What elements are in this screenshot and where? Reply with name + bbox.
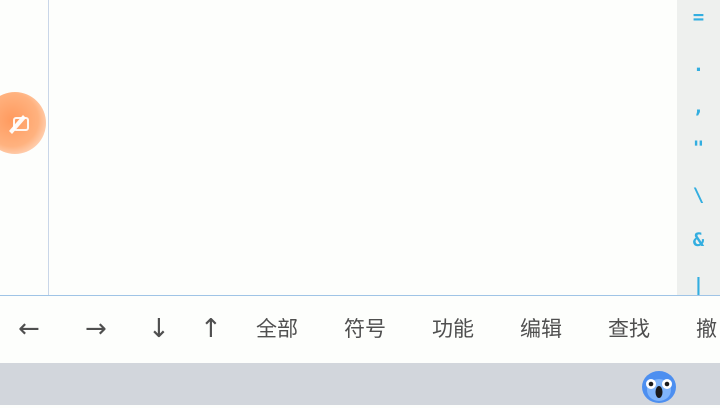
symbol-key-ampersand[interactable]: & [677,229,720,251]
editor-toolbar: ← → ↓ ↑ 全部 符号 功能 编辑 查找 撤 [0,295,720,363]
undo-button[interactable]: 撤 [696,296,717,363]
cursor-left-button[interactable]: ← [18,296,40,363]
cursor-right-button[interactable]: → [85,296,107,363]
symbol-quick-bar: = . , " \ & | [677,0,720,295]
brush-floating-button[interactable] [0,92,46,154]
bird-mascot-icon [642,371,676,403]
symbol-key-quote[interactable]: " [677,137,720,159]
line-number-gutter-divider [48,0,49,295]
assistant-button[interactable] [640,368,678,404]
code-editor-area[interactable] [49,0,677,295]
symbol-key-backslash[interactable]: \ [677,184,720,206]
symbols-button[interactable]: 符号 [344,296,386,363]
select-all-button[interactable]: 全部 [256,296,298,363]
symbol-key-pipe[interactable]: | [677,274,720,295]
cursor-down-button[interactable]: ↓ [148,296,170,363]
functions-button[interactable]: 功能 [432,296,474,363]
edit-button[interactable]: 编辑 [520,296,562,363]
cursor-up-button[interactable]: ↑ [200,296,222,363]
symbol-key-comma[interactable]: , [677,96,720,118]
symbol-key-dot[interactable]: . [677,54,720,76]
system-navigation-bar [0,363,720,405]
symbol-key-equals[interactable]: = [677,6,720,28]
find-button[interactable]: 查找 [608,296,650,363]
paint-brush-icon [9,115,29,134]
